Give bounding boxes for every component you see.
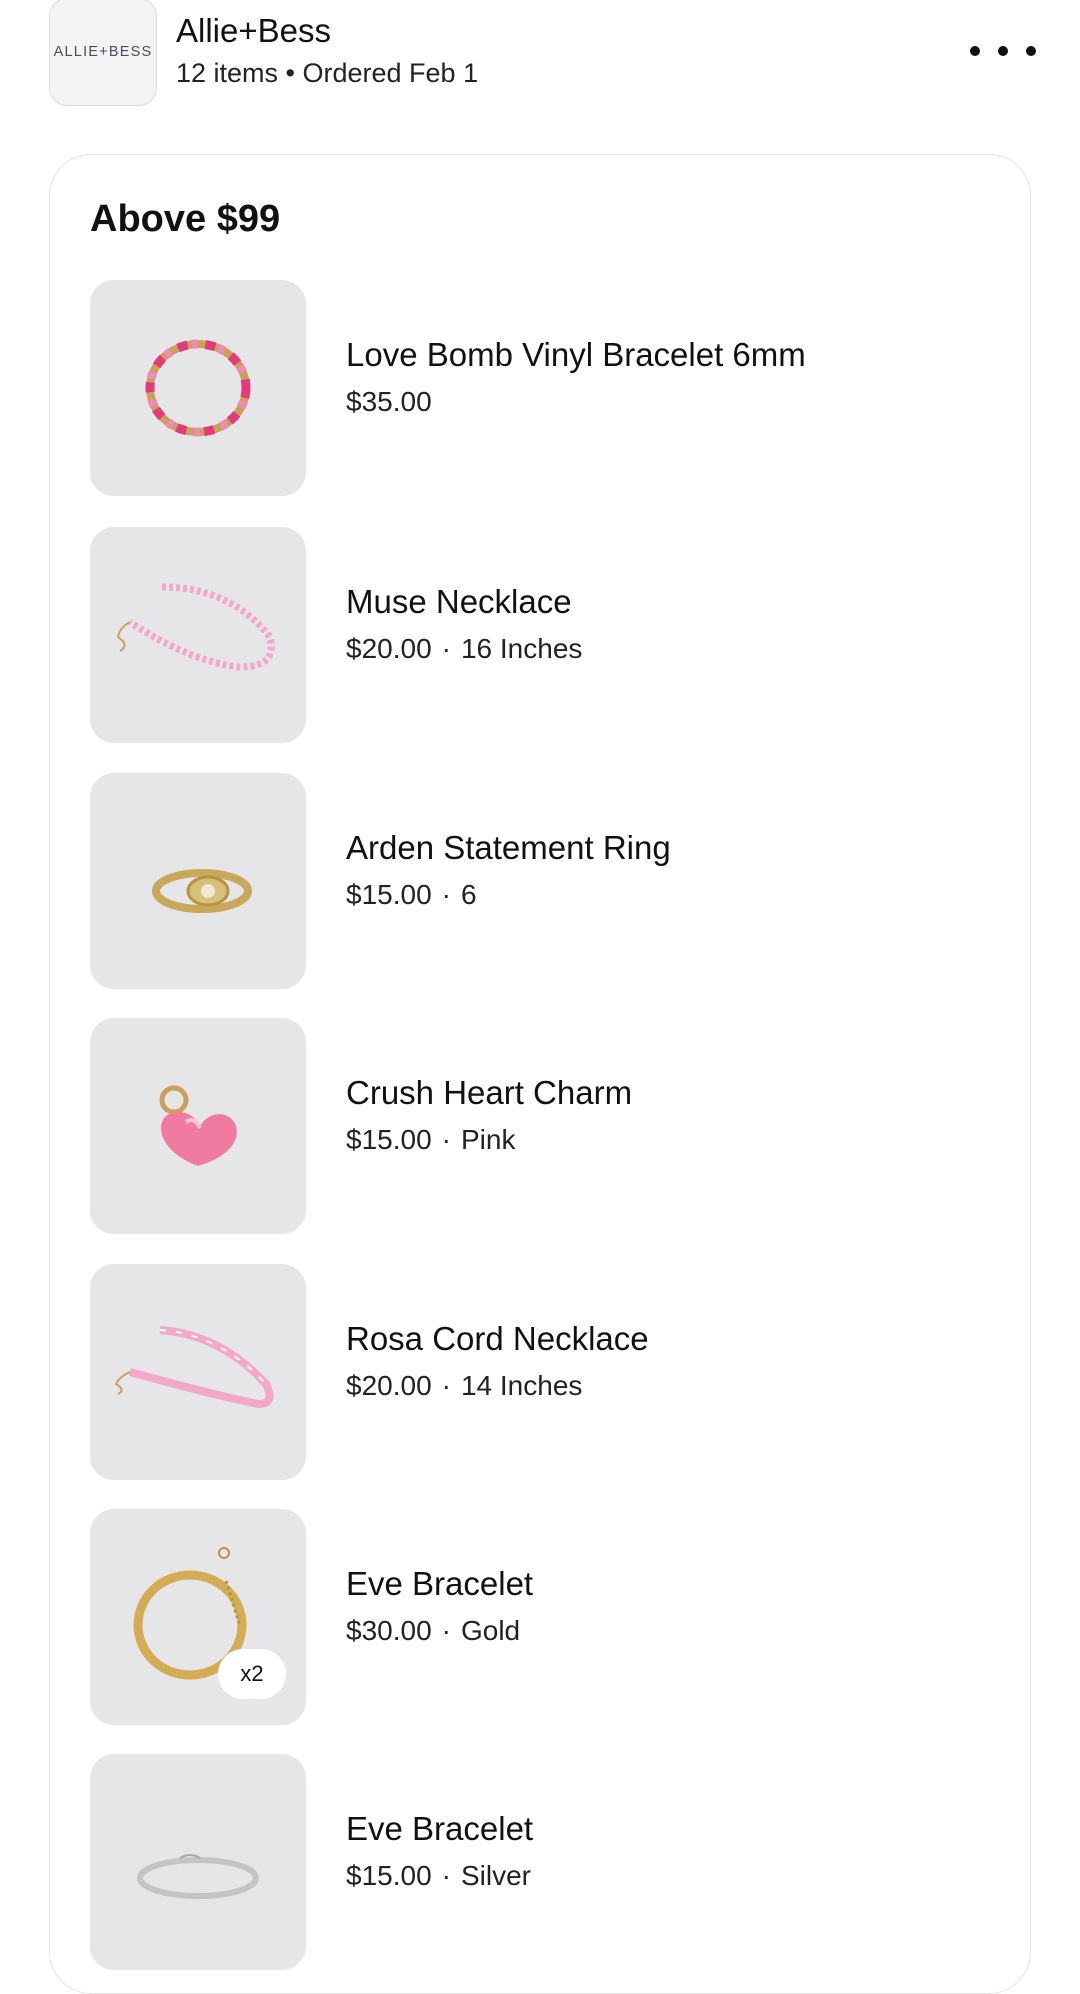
separator: · — [441, 1124, 451, 1155]
item-variant: Pink — [460, 1124, 516, 1155]
item-name: Crush Heart Charm — [346, 1074, 633, 1111]
item-details: $15.00 · 6 — [346, 879, 477, 911]
item-price: $15.00 — [346, 879, 432, 910]
more-horizontal-icon — [970, 46, 980, 56]
product-image-cord-necklace — [90, 1264, 306, 1480]
separator: · — [441, 879, 451, 910]
item-name: Eve Bracelet — [346, 1565, 534, 1602]
list-item[interactable]: x2 Eve Bracelet $30.00 · Gold — [90, 1509, 990, 1725]
product-image-necklace — [90, 527, 306, 743]
item-price: $35.00 — [346, 386, 432, 417]
item-variant: Silver — [460, 1860, 531, 1891]
order-header: ALLIE+BESS Allie+Bess 12 items • Ordered… — [0, 0, 1080, 110]
list-item[interactable]: Arden Statement Ring $15.00 · 6 — [90, 773, 990, 989]
separator: · — [441, 1615, 451, 1646]
list-item[interactable]: Rosa Cord Necklace $20.00 · 14 Inches — [90, 1264, 990, 1480]
list-item[interactable]: Crush Heart Charm $15.00 · Pink — [90, 1018, 990, 1234]
item-details: $20.00 · 14 Inches — [346, 1370, 582, 1402]
separator: · — [441, 633, 451, 664]
separator: · — [441, 1860, 451, 1891]
product-image-silver-bracelet — [90, 1754, 306, 1970]
item-price: $15.00 — [346, 1124, 432, 1155]
list-item[interactable]: Muse Necklace $20.00 · 16 Inches — [90, 527, 990, 743]
store-name[interactable]: Allie+Bess — [176, 12, 331, 50]
product-image-ring — [90, 773, 306, 989]
item-details: $20.00 · 16 Inches — [346, 633, 582, 665]
item-price: $30.00 — [346, 1615, 432, 1646]
quantity-badge: x2 — [218, 1649, 286, 1699]
item-variant: 16 Inches — [460, 633, 583, 664]
item-variant: Gold — [460, 1615, 521, 1646]
item-name: Love Bomb Vinyl Bracelet 6mm — [346, 336, 806, 373]
item-name: Rosa Cord Necklace — [346, 1320, 649, 1357]
item-variant: 14 Inches — [460, 1370, 583, 1401]
item-name: Muse Necklace — [346, 583, 572, 620]
store-logo-text: ALLIE+BESS — [53, 44, 153, 60]
product-image-heart-charm — [90, 1018, 306, 1234]
section-title: Above $99 — [90, 198, 281, 240]
item-details: $15.00 · Pink — [346, 1124, 515, 1156]
item-details: $15.00 · Silver — [346, 1860, 531, 1892]
item-details: $35.00 — [346, 386, 432, 418]
list-item[interactable]: Love Bomb Vinyl Bracelet 6mm $35.00 — [90, 280, 990, 496]
more-options-button[interactable] — [970, 36, 1036, 66]
product-image-bracelet — [90, 280, 306, 496]
list-item[interactable]: Eve Bracelet $15.00 · Silver — [90, 1754, 990, 1970]
product-image-gold-bracelet: x2 — [90, 1509, 306, 1725]
order-meta: 12 items • Ordered Feb 1 — [176, 58, 479, 88]
store-logo[interactable]: ALLIE+BESS — [49, 0, 157, 106]
separator: · — [441, 1370, 451, 1401]
item-name: Eve Bracelet — [346, 1810, 534, 1847]
item-price: $20.00 — [346, 1370, 432, 1401]
item-variant: 6 — [460, 879, 477, 910]
item-price: $15.00 — [346, 1860, 432, 1891]
item-details: $30.00 · Gold — [346, 1615, 520, 1647]
item-price: $20.00 — [346, 633, 432, 664]
item-name: Arden Statement Ring — [346, 829, 671, 866]
